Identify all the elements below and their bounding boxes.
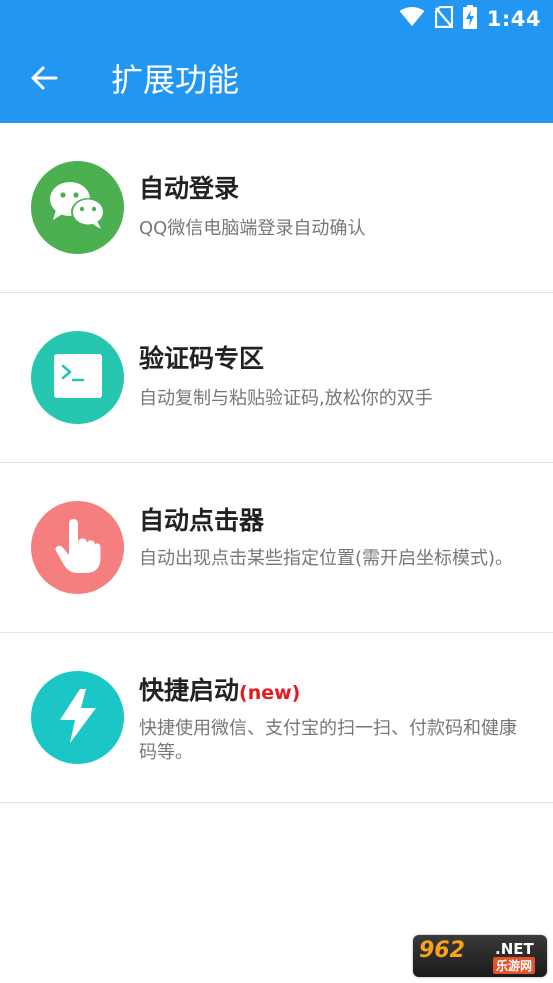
auto-clicker-icon-circle: [31, 501, 124, 594]
auto-login-icon-circle: [31, 161, 124, 254]
item-title-text: 验证码专区: [139, 344, 265, 373]
item-description: QQ微信电脑端登录自动确认: [139, 218, 366, 239]
status-icons: 1:44: [399, 5, 541, 33]
item-title-text: 快捷启动: [139, 676, 240, 705]
wifi-icon: [399, 7, 425, 31]
item-description: 快捷使用微信、支付宝的扫一扫、付款码和健康码等。: [139, 718, 517, 763]
list-item-quick-launch[interactable]: 快捷启动(new) 快捷使用微信、支付宝的扫一扫、付款码和健康码等。: [0, 633, 553, 803]
no-sim-icon: [434, 5, 453, 32]
item-description: 自动出现点击某些指定位置(需开启坐标模式)。: [139, 548, 514, 569]
watermark-brand: 乐游网: [493, 957, 536, 974]
battery-charging-icon: [462, 5, 477, 33]
new-badge: (new): [239, 682, 301, 704]
page-title: 扩展功能: [111, 61, 240, 99]
list-item-auto-clicker[interactable]: 自动点击器 自动出现点击某些指定位置(需开启坐标模式)。: [0, 463, 553, 633]
watermark-domain: .NET: [495, 940, 534, 958]
verification-icon-circle: [31, 331, 124, 424]
item-title: 自动登录: [139, 173, 239, 207]
status-bar: 1:44: [0, 0, 553, 37]
quick-launch-icon-circle: [31, 671, 124, 764]
terminal-icon: [53, 353, 102, 402]
item-title: 快捷启动(new): [139, 675, 300, 709]
arrow-left-icon: [30, 64, 58, 96]
item-title-text: 自动点击器: [139, 506, 265, 535]
app-bar: 扩展功能: [0, 37, 553, 123]
item-title: 验证码专区: [139, 343, 264, 377]
hand-pointer-icon: [55, 518, 101, 578]
status-time: 1:44: [486, 7, 541, 31]
wechat-icon: [48, 180, 108, 236]
back-button[interactable]: [22, 55, 66, 105]
item-title-text: 自动登录: [139, 174, 240, 203]
list-item-verification-code[interactable]: 验证码专区 自动复制与粘贴验证码,放松你的双手: [0, 293, 553, 463]
lightning-icon: [58, 688, 98, 748]
item-title: 自动点击器: [139, 505, 264, 539]
feature-list: 自动登录 QQ微信电脑端登录自动确认 验证码专区 自动复制与粘贴验证码,放松你的…: [0, 123, 553, 803]
watermark-number: 962: [419, 938, 465, 963]
list-item-auto-login[interactable]: 自动登录 QQ微信电脑端登录自动确认: [0, 123, 553, 293]
item-description: 自动复制与粘贴验证码,放松你的双手: [139, 388, 433, 409]
watermark-logo: 962 .NET 乐游网: [413, 935, 547, 977]
